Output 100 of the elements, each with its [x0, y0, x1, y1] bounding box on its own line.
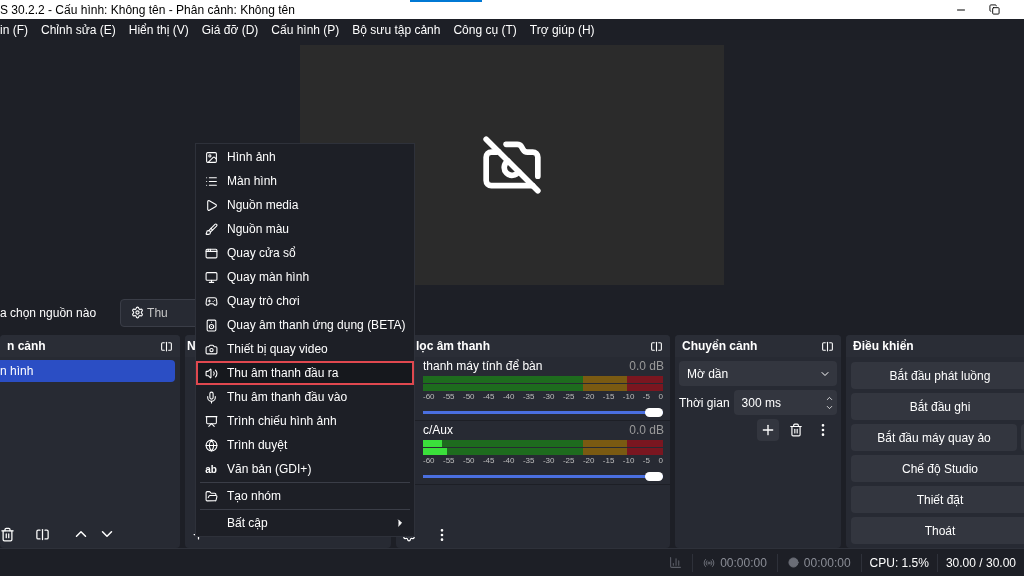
text-icon: ab	[205, 461, 217, 477]
menu-item[interactable]: Hiển thị (V)	[128, 20, 189, 39]
meter-tick-label: -25	[562, 391, 575, 403]
meter-tick-label: -30	[542, 455, 555, 467]
channel-name: c/Aux	[423, 422, 453, 439]
broadcast-icon	[703, 556, 716, 569]
menu-item[interactable]: Công cụ (T)	[453, 20, 517, 39]
duration-spinbox[interactable]: 300 ms	[733, 390, 837, 415]
menu-option[interactable]: Quay màn hình	[196, 265, 414, 289]
transition-select[interactable]: Mờ dần	[679, 361, 837, 386]
menu-item[interactable]: Bộ sưu tập cảnh	[352, 20, 441, 39]
meter-tick-label: -20	[582, 391, 595, 403]
menu-option[interactable]: Bất cập	[196, 511, 414, 535]
control-button[interactable]: Bắt đầu máy quay ảo	[851, 424, 1018, 451]
folder-icon	[204, 489, 218, 503]
volume-slider[interactable]	[423, 471, 663, 481]
meter-tick-label: -55	[443, 391, 455, 403]
plus-icon	[760, 422, 776, 438]
camera-icon	[204, 342, 218, 356]
signal-icon	[669, 556, 683, 569]
scene-item[interactable]: n hình	[0, 360, 175, 382]
meter-tick-label: 0	[658, 455, 663, 467]
meter-tick-label: -60	[423, 455, 435, 467]
record-icon	[787, 557, 799, 568]
control-button[interactable]: Bắt đầu ghi	[851, 393, 1024, 420]
meter-tick-label: -40	[502, 391, 515, 403]
menu-option[interactable]: Nguồn màu	[196, 217, 414, 241]
menu-option[interactable]: Tạo nhóm	[196, 484, 414, 508]
control-button[interactable]: Bắt đầu phát luồng	[851, 362, 1024, 389]
source-status: a chọn nguồn nào	[0, 304, 97, 322]
dock-title: Điều khiển	[853, 338, 914, 355]
gear-icon	[131, 306, 145, 319]
meter-tick-label: -15	[602, 455, 615, 467]
dock-title: N	[187, 338, 196, 355]
restore-icon[interactable]	[989, 4, 1000, 15]
window-icon	[204, 246, 218, 260]
meter-tick-label: -10	[622, 455, 635, 467]
meter-tick-label: -50	[462, 455, 475, 467]
meter-tick-label: -20	[582, 455, 595, 467]
dock-title: Chuyển cảnh	[682, 338, 758, 355]
meter-tick-label: -35	[522, 455, 535, 467]
menu-option[interactable]: Trình chiếu hình ảnh	[196, 409, 414, 433]
menu-item[interactable]: in (F)	[0, 20, 28, 39]
meter-tick-label: -45	[482, 391, 495, 403]
menu-option[interactable]: Màn hình	[196, 169, 414, 193]
volume-slider[interactable]	[423, 407, 663, 417]
list-icon	[204, 174, 218, 188]
menu-option[interactable]: Trình duyệt	[196, 433, 414, 457]
microphone-icon	[204, 390, 218, 404]
speaker-icon	[204, 366, 218, 380]
delete-icon[interactable]	[0, 526, 15, 542]
brush-icon	[204, 222, 218, 236]
fps-reading: 30.00 / 30.00	[936, 553, 1024, 572]
meter-tick-label: -30	[542, 391, 555, 403]
channel-name: thanh máy tính để bàn	[423, 358, 543, 375]
meter-tick-label: 0	[658, 391, 663, 403]
menu-item[interactable]: Trợ giúp (H)	[529, 20, 595, 39]
menu-option[interactable]: Nguồn media	[196, 193, 414, 217]
dock-title: lọc âm thanh	[416, 338, 490, 355]
globe-icon	[204, 438, 218, 452]
window-title: S 30.2.2 - Cấu hình: Không tên - Phân cảnh: Không tên	[0, 1, 295, 19]
tab-indicator	[410, 0, 482, 2]
meter-tick-label: -60	[423, 391, 435, 403]
camera-off-icon	[481, 134, 543, 196]
cpu-usage: CPU: 1.5%	[860, 553, 937, 572]
menu-option[interactable]: Thu âm thanh đầu ra	[196, 361, 414, 385]
meter-tick-label: -40	[502, 455, 515, 467]
meter-tick-label: -5	[642, 391, 650, 403]
control-button[interactable]: Thiết đặt	[851, 486, 1024, 513]
duration-label: Thời gian	[679, 394, 730, 412]
gamepad-icon	[204, 294, 218, 308]
popout-icon[interactable]	[821, 339, 834, 353]
meter-tick-label: -45	[482, 455, 495, 467]
menu-option[interactable]: ab Văn bản (GDI+)	[196, 457, 414, 481]
popout-icon[interactable]	[160, 339, 173, 353]
menu-item[interactable]: Cấu hình (P)	[271, 20, 340, 39]
delete-icon[interactable]	[789, 423, 803, 437]
record-time: 00:00:00	[803, 554, 851, 572]
image-icon	[204, 150, 218, 164]
popout-icon[interactable]	[650, 339, 663, 353]
meter-tick-label: -50	[462, 391, 475, 403]
stream-time: 00:00:00	[720, 554, 767, 572]
menu-option[interactable]: Thiết bị quay video	[196, 337, 414, 361]
menu-option[interactable]: Quay cửa sổ	[196, 241, 414, 265]
meter-tick-label: -25	[562, 455, 575, 467]
dock-title: n cảnh	[7, 338, 46, 355]
control-button[interactable]: Chế độ Studio	[851, 455, 1024, 482]
menu-option[interactable]: Hình ảnh	[196, 145, 414, 169]
menu-item[interactable]: Chỉnh sửa (E)	[41, 20, 116, 39]
meter-tick-label: -15	[602, 391, 615, 403]
meter-tick-label: -10	[622, 391, 635, 403]
channel-reading: 0.0 dB	[629, 422, 664, 439]
control-button[interactable]: Thoát	[851, 517, 1024, 544]
speaker-icon	[204, 318, 218, 332]
play-icon	[204, 198, 218, 212]
menu-option[interactable]: Thu âm thanh đầu vào	[196, 385, 414, 409]
add-button[interactable]	[757, 419, 779, 441]
menu-item[interactable]: Giá đỡ (D)	[201, 20, 259, 39]
channel-reading: 0.0 dB	[629, 358, 664, 375]
meter-tick-label: -5	[642, 455, 650, 467]
